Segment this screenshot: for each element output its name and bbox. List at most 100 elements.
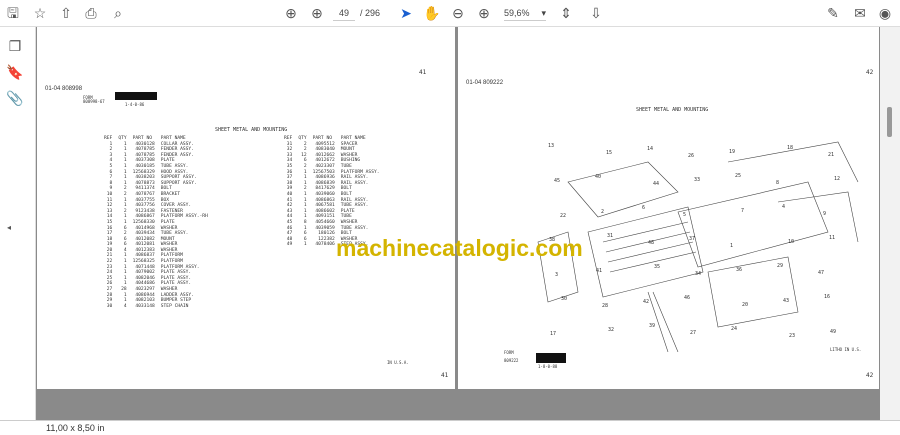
page-footer: LITHO IN U.S. <box>830 347 862 352</box>
form-label: FORM <box>504 350 514 355</box>
previous-page-icon[interactable]: ⊕ <box>282 4 300 22</box>
section-title: SHEET METAL AND MOUNTING <box>215 127 288 133</box>
callout-label: 32 <box>608 327 614 333</box>
callout-label: 12 <box>834 176 840 182</box>
callout-label: 37 <box>689 236 695 242</box>
callout-label: 29 <box>777 263 783 269</box>
watermark: machinecatalogic.com <box>336 235 583 261</box>
callout-label: 22 <box>560 213 566 219</box>
hand-tool-icon[interactable]: ✋ <box>423 4 441 22</box>
form-code: 809222 <box>504 358 519 363</box>
callout-label: 31 <box>607 233 613 239</box>
table-cell: 12568325 <box>132 259 155 265</box>
bookmarks-icon[interactable]: 🔖 <box>6 63 24 81</box>
callout-label: 13 <box>548 143 554 149</box>
callout-label: 30 <box>561 296 567 302</box>
callout-label: 21 <box>828 152 834 158</box>
callout-label: 26 <box>688 153 694 159</box>
account-icon[interactable]: ◉ <box>876 4 894 22</box>
callout-label: 25 <box>735 173 741 179</box>
table-cell: 4033148 <box>135 303 155 309</box>
sign-icon[interactable]: ✎ <box>824 4 842 22</box>
pdf-page-42: 01-04 809222 42 SHEET METAL AND MOUNTING… <box>458 27 879 389</box>
scrollbar-thumb[interactable] <box>887 107 892 137</box>
callout-label: 20 <box>742 302 748 308</box>
callout-label: 11 <box>829 235 835 241</box>
parts-table-right: REF QTY PART NO PART NAME 31 2 4095512 SPACER 32… <box>281 136 383 248</box>
page-header: 01-04 808998 <box>45 86 83 92</box>
page-header: 01-04 809222 <box>466 80 504 86</box>
callout-label: 36 <box>736 267 742 273</box>
scroll-mode-icon[interactable]: ⇩ <box>587 4 605 22</box>
zoom-value: 59,6% <box>504 8 530 18</box>
table-cell: 4078406 <box>315 242 335 248</box>
form-date: 1-8-0-88 <box>538 364 558 369</box>
callout-label: 6 <box>642 205 645 211</box>
callout-label: 19 <box>729 149 735 155</box>
callout-label: 23 <box>789 333 795 339</box>
callout-label: 14 <box>647 146 653 152</box>
page-footer: IN U.S.A. <box>387 360 409 365</box>
callout-label: 4 <box>782 204 785 210</box>
page-thumbnails-icon[interactable]: ❐ <box>6 37 24 55</box>
callout-label: 7 <box>741 208 744 214</box>
callout-label: 34 <box>695 271 701 277</box>
callout-label: 43 <box>783 298 789 304</box>
form-date: 1-4-0-86 <box>125 102 145 107</box>
form-code: 808998-67 <box>83 99 105 104</box>
page-number: 41 <box>419 69 427 76</box>
status-bar: 11,00 x 8,50 in <box>0 420 900 435</box>
section-title: SHEET METAL AND MOUNTING <box>636 107 709 113</box>
callout-label: 41 <box>596 268 602 274</box>
upload-cloud-icon[interactable]: ⇧ <box>57 4 75 22</box>
callout-label: 5 <box>683 212 686 218</box>
callout-label: 1 <box>730 243 733 249</box>
table-cell: 4 <box>123 303 127 309</box>
document-canvas: 01-04 808998 41 FORM 808998-67 1-4-0-86 … <box>36 27 880 420</box>
callout-label: 3 <box>555 272 558 278</box>
page-number-input[interactable]: 49 <box>333 5 355 21</box>
collapse-left-icon[interactable]: ◂ <box>0 219 18 237</box>
fit-page-icon[interactable]: ⇕ <box>557 4 575 22</box>
save-icon[interactable]: 🖫 <box>4 4 22 22</box>
bookmark-star-icon[interactable]: ☆ <box>31 4 49 22</box>
zoom-out-icon[interactable]: ⊖ <box>449 4 467 22</box>
callout-label: 48 <box>648 240 654 246</box>
search-icon[interactable]: ⌕ <box>109 4 127 22</box>
page-total: / 296 <box>360 8 381 18</box>
callout-label: 44 <box>653 181 659 187</box>
callout-label: 42 <box>643 299 649 305</box>
callout-label: 28 <box>602 303 608 309</box>
vertical-scrollbar[interactable] <box>880 27 900 420</box>
callout-label: 27 <box>690 330 696 336</box>
zoom-level-select[interactable]: 59,6% ▾ <box>504 5 546 21</box>
attachments-icon[interactable]: 📎 <box>6 89 24 107</box>
callout-label: 10 <box>788 239 794 245</box>
callout-label: 33 <box>694 177 700 183</box>
pdf-page-41: 01-04 808998 41 FORM 808998-67 1-4-0-86 … <box>37 27 455 389</box>
page-number-bottom: 42 <box>866 372 874 379</box>
callout-label: 15 <box>606 150 612 156</box>
callout-label: 8 <box>776 180 779 186</box>
next-page-icon[interactable]: ⊕ <box>308 4 326 22</box>
select-cursor-icon[interactable]: ➤ <box>397 4 415 22</box>
mail-icon[interactable]: ✉ <box>851 4 869 22</box>
print-icon[interactable]: ⎙ <box>82 4 100 22</box>
callout-label: 2 <box>601 209 604 215</box>
callout-label: 45 <box>554 178 560 184</box>
chevron-down-icon: ▾ <box>541 8 546 18</box>
zoom-in-icon[interactable]: ⊕ <box>475 4 493 22</box>
callout-label: 49 <box>830 329 836 335</box>
table-cell: STEP CHAIN <box>160 303 189 309</box>
table-cell: 12568330 <box>132 219 155 225</box>
callout-label: 18 <box>787 145 793 151</box>
callout-label: 24 <box>731 326 737 332</box>
parts-table-left: REF QTY PART NO PART NAME 1 1 4030128 COLLAR AS… <box>101 136 211 309</box>
page-number-bottom: 41 <box>441 372 449 379</box>
left-sidebar: ❐ 🔖 📎 ◂ <box>0 27 36 420</box>
toolbar: 🖫 ☆ ⇧ ⎙ ⌕ ⊕ ⊕ 49 / 296 ➤ ✋ ⊖ ⊕ 59,6% ▾ ⇕… <box>0 0 900 27</box>
table-row: 30 4 4033148 STEP CHAIN <box>101 304 211 310</box>
table-cell: 49 <box>286 242 293 248</box>
redaction <box>536 353 566 363</box>
next-page-arrow-icon[interactable]: ▸ <box>869 223 873 232</box>
